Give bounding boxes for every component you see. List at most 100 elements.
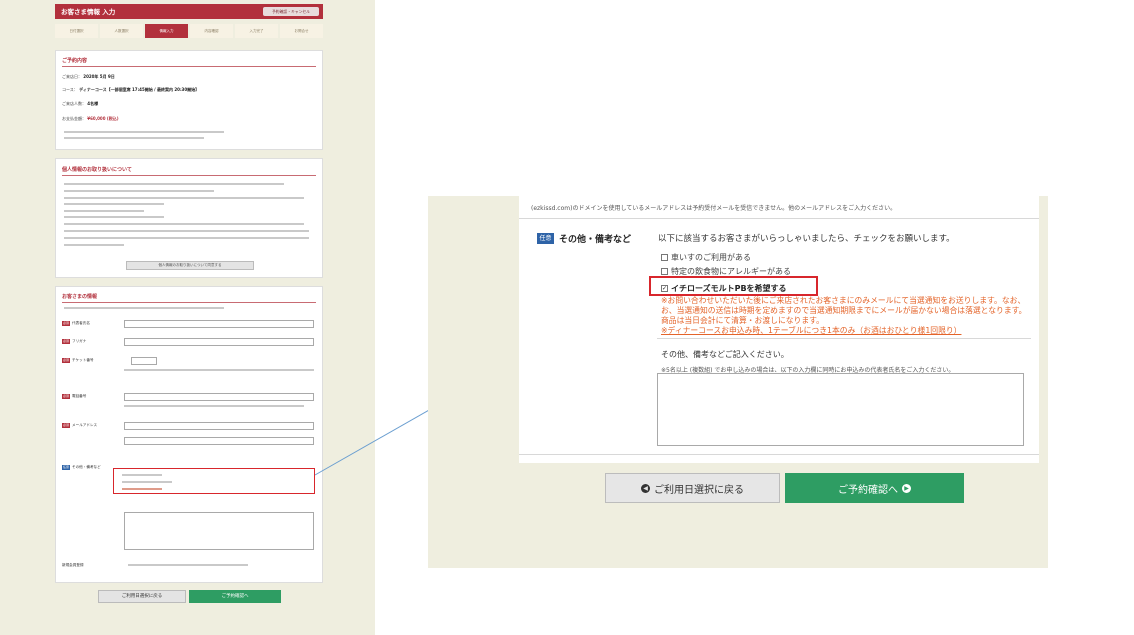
kana-label-text: フリガナ <box>72 338 87 343</box>
email-domain-note: (ezkissd.com)のドメインを使用しているメールアドレスは予約受付メール… <box>531 205 897 212</box>
text-line <box>64 197 304 199</box>
full-page-thumbnail: お客さま情報 入力 予約確認・キャンセル 日付選択 人数選択 情報入力 内容確認… <box>0 0 375 635</box>
remarks-textarea[interactable] <box>124 512 314 550</box>
phone-label: 必須 電話番号 <box>62 393 112 399</box>
divider <box>62 302 316 303</box>
remarks-label: 任意 その他・備考など <box>62 464 112 470</box>
optional-badge: 任意 <box>62 464 70 470</box>
back-button-small[interactable]: ご利用日選択に戻る <box>98 590 186 603</box>
ticket-label-text: チケット番号 <box>72 357 94 362</box>
chevron-left-circle-icon: ◀ <box>641 483 650 493</box>
reservation-summary-card: ご予約内容 ご来店日： 2020年 5月 9日 コース： ディナーコース【一部個… <box>55 50 323 150</box>
divider <box>519 218 1039 219</box>
memo-title: その他、備考などご記入ください。 <box>661 350 789 359</box>
back-button-label: ご利用日選択に戻る <box>654 484 744 496</box>
price-value: ¥60,000 (税込) <box>87 116 119 121</box>
step-3-current: 情報入力 <box>145 24 188 38</box>
visit-date-value: 2020年 5月 9日 <box>83 74 115 79</box>
reservation-check-button[interactable]: 予約確認・キャンセル <box>263 7 319 16</box>
text-line <box>124 405 304 407</box>
optional-badge: 任意 <box>537 233 554 244</box>
text-line <box>64 223 304 225</box>
checkbox-icon[interactable] <box>661 268 668 275</box>
wheelchair-checkbox[interactable]: 車いすのご利用がある <box>661 252 751 263</box>
customer-heading: お客さまの情報 <box>62 294 98 300</box>
divider <box>519 454 1039 455</box>
remarks-instruction: 以下に該当するお客さまがいらっしゃいましたら、チェックをお願いします。 <box>658 234 955 244</box>
privacy-card: 個人情報のお取り扱いについて 個人情報のお取り扱いについて同意する <box>55 158 323 278</box>
step-6: お問合せ <box>280 24 323 38</box>
text-line <box>64 183 284 185</box>
page-header: お客さま情報 入力 予約確認・キャンセル <box>55 4 323 19</box>
guests-row: ご来店人数： 4名様 <box>62 101 98 107</box>
price-label: お支払金額： <box>62 116 86 121</box>
memo-textarea[interactable] <box>657 373 1024 446</box>
highlight-box-small <box>113 468 315 494</box>
checkbox-icon[interactable] <box>661 254 668 261</box>
visit-date-label: ご来店日： <box>62 74 82 79</box>
chevron-right-circle-icon: ▶ <box>902 483 911 493</box>
step-4: 内容確認 <box>190 24 233 38</box>
required-badge: 必須 <box>62 393 70 399</box>
customer-info-card: お客さまの情報 必須 代表者氏名 必須 フリガナ 必須 チケット番号 必須 電話番号 必… <box>55 286 323 583</box>
required-badge: 必須 <box>62 357 70 363</box>
highlight-box-large <box>649 276 818 296</box>
next-button-small[interactable]: ご予約確認へ <box>189 590 281 603</box>
divider <box>62 66 316 67</box>
text-line <box>124 369 314 371</box>
name-label-text: 代表者氏名 <box>72 320 90 325</box>
member-label: 新規会員登録 <box>62 562 112 568</box>
text-line <box>64 230 309 232</box>
guests-value: 4名様 <box>87 101 99 106</box>
phone-input[interactable] <box>124 393 314 401</box>
divider <box>657 338 1031 339</box>
text-line <box>128 564 248 566</box>
privacy-agree-button[interactable]: 個人情報のお取り扱いについて同意する <box>126 261 254 270</box>
wheelchair-checkbox-label: 車いすのご利用がある <box>671 253 751 262</box>
kana-input[interactable] <box>124 338 314 346</box>
email-input[interactable] <box>124 422 314 430</box>
member-label-text: 新規会員登録 <box>62 562 84 567</box>
ticket-input[interactable] <box>131 357 157 365</box>
required-badge: 必須 <box>62 338 70 344</box>
required-badge: 必須 <box>62 320 70 326</box>
course-row: コース： ディナーコース【一部個室席 17:45開始 / 最終案内 20:30開… <box>62 87 199 93</box>
email-label: 必須 メールアドレス <box>62 422 112 428</box>
step-indicator: 日付選択 人数選択 情報入力 内容確認 入力完了 お問合せ <box>55 24 323 38</box>
text-line <box>64 244 124 246</box>
remarks-label: その他・備考など <box>559 235 632 245</box>
next-button-label: ご予約確認へ <box>838 484 898 496</box>
visit-date-row: ご来店日： 2020年 5月 9日 <box>62 74 115 80</box>
course-value: ディナーコース【一部個室席 17:45開始 / 最終案内 20:30開始】 <box>79 87 200 92</box>
privacy-heading: 個人情報のお取り扱いについて <box>62 167 132 173</box>
back-to-date-button[interactable]: ◀ ご利用日選択に戻る <box>605 473 780 503</box>
required-badge: 必須 <box>62 422 70 428</box>
price-row: お支払金額： ¥60,000 (税込) <box>62 116 119 122</box>
text-line <box>64 216 164 218</box>
remarks-label-text: その他・備考など <box>72 464 101 469</box>
name-label: 必須 代表者氏名 <box>62 320 112 326</box>
text-line <box>64 210 144 212</box>
reservation-heading: ご予約内容 <box>62 58 88 64</box>
divider <box>62 175 316 176</box>
name-input[interactable] <box>124 320 314 328</box>
email-confirm-input[interactable] <box>124 437 314 445</box>
email-label-text: メールアドレス <box>72 422 98 427</box>
zoom-panel: (ezkissd.com)のドメインを使用しているメールアドレスは予約受付メール… <box>428 196 1048 568</box>
text-line <box>64 237 309 239</box>
step-5: 入力完了 <box>235 24 278 38</box>
text-line <box>64 190 214 192</box>
step-1: 日付選択 <box>55 24 98 38</box>
course-label: コース： <box>62 87 78 92</box>
text-line <box>64 307 224 309</box>
confirm-reservation-button[interactable]: ご予約確認へ ▶ <box>785 473 964 503</box>
text-line <box>64 203 164 205</box>
text-line <box>64 131 224 133</box>
text-line <box>64 137 204 139</box>
guests-label: ご来店人数： <box>62 101 86 106</box>
phone-label-text: 電話番号 <box>72 393 87 398</box>
step-2: 人数選択 <box>100 24 143 38</box>
kana-label: 必須 フリガナ <box>62 338 112 344</box>
ticket-label: 必須 チケット番号 <box>62 357 112 363</box>
lottery-note-4: ※ディナーコースお申込み時、1テーブルにつき1本のみ（お酒はおひとり様1回限り） <box>661 326 962 335</box>
